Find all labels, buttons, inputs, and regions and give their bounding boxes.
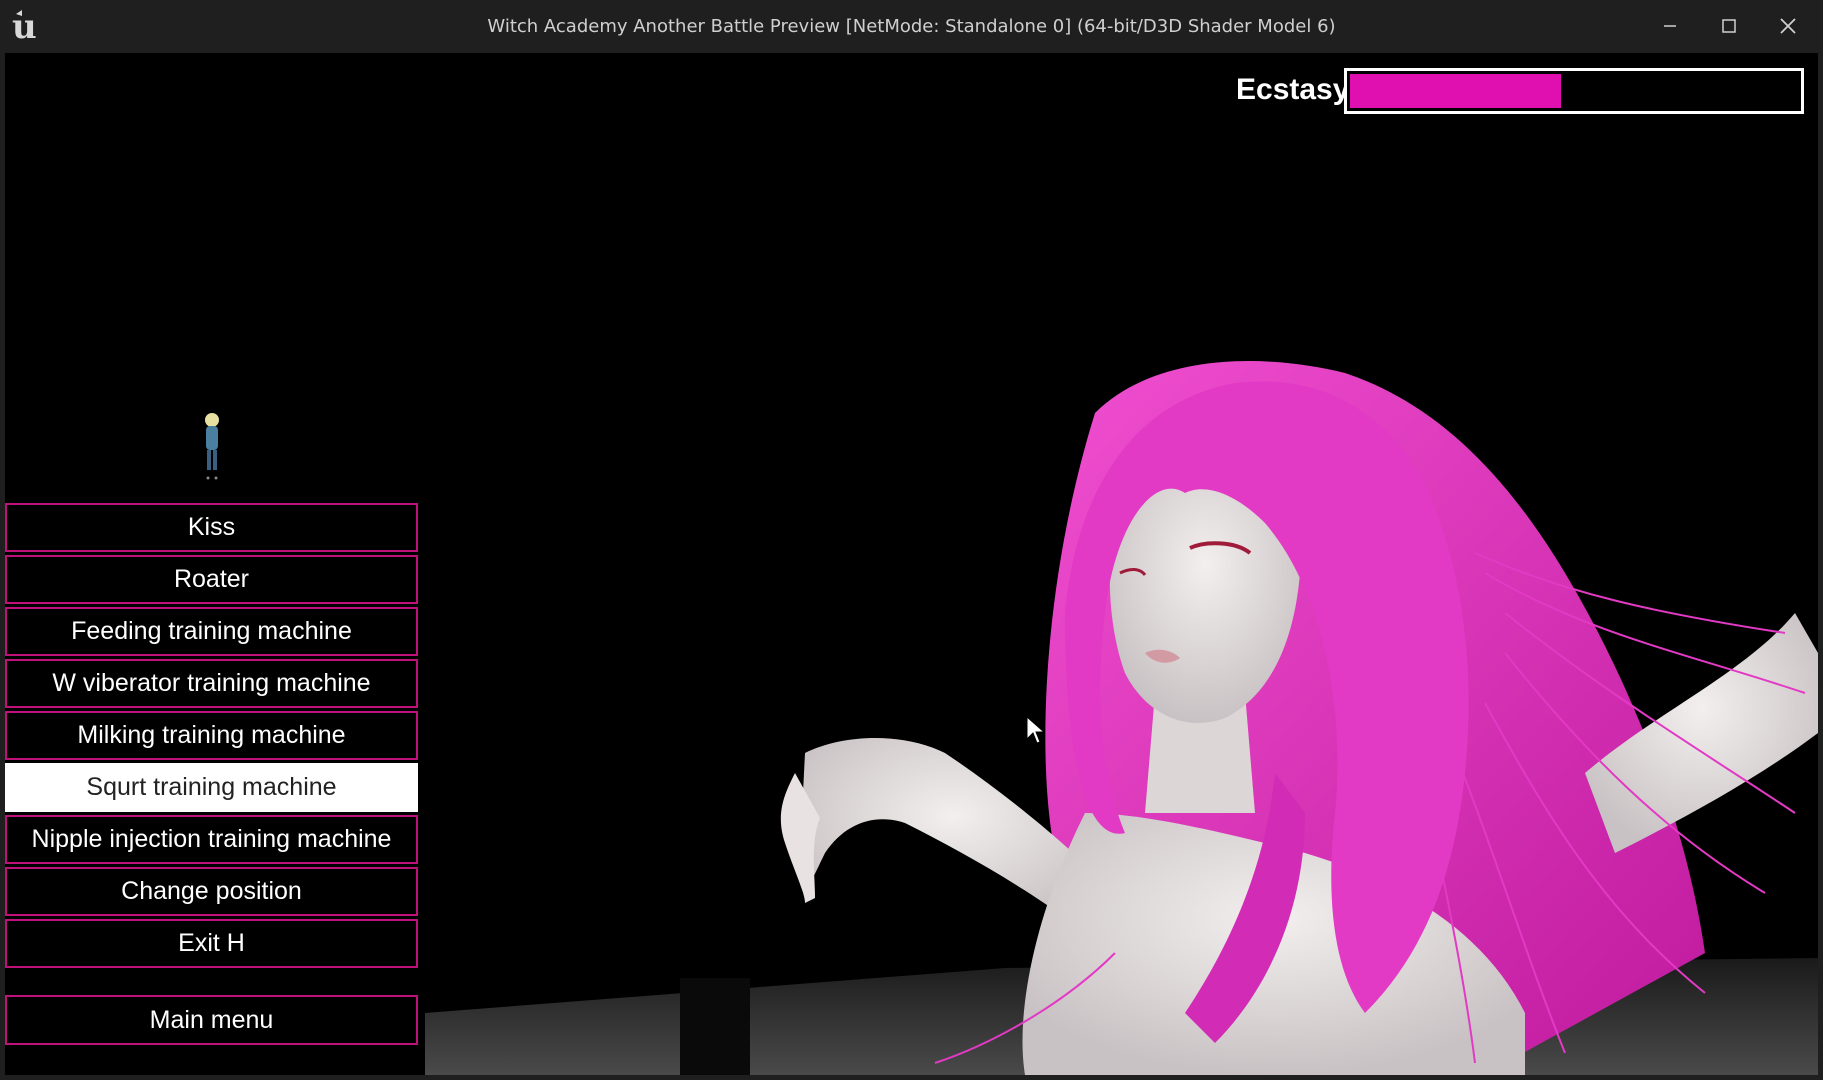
menu-item-milking-training-machine[interactable]: Milking training machine: [5, 711, 418, 760]
menu-item-exit-h[interactable]: Exit H: [5, 919, 418, 968]
maximize-icon: [1722, 19, 1736, 33]
game-window: u Witch Academy Another Battle Preview […: [0, 0, 1823, 1080]
minimize-icon: [1664, 25, 1676, 27]
window-title: Witch Academy Another Battle Preview [Ne…: [487, 16, 1336, 37]
close-icon: [1780, 18, 1796, 34]
menu-item-w-viberator-training-machine[interactable]: W viberator training machine: [5, 659, 418, 708]
menu-item-change-position[interactable]: Change position: [5, 867, 418, 916]
mouse-cursor-icon: [1026, 715, 1046, 744]
ecstasy-meter: [1344, 68, 1804, 114]
character-figure-icon: [205, 413, 219, 480]
action-menu: Kiss Roater Feeding training machine W vibe…: [5, 503, 420, 971]
close-button[interactable]: [1760, 0, 1816, 52]
pillar: [680, 978, 750, 1075]
menu-item-nipple-injection-training-machine[interactable]: Nipple injection training machine: [5, 815, 418, 864]
ecstasy-label: Ecstasy: [1236, 73, 1350, 106]
menu-item-kiss[interactable]: Kiss: [5, 503, 418, 552]
menu-item-feeding-training-machine[interactable]: Feeding training machine: [5, 607, 418, 656]
main-menu-button[interactable]: Main menu: [5, 995, 418, 1045]
menu-item-roater[interactable]: Roater: [5, 555, 418, 604]
menu-item-squrt-training-machine[interactable]: Squrt training machine: [5, 763, 418, 812]
ecstasy-meter-fill: [1350, 74, 1561, 108]
minimize-button[interactable]: [1642, 0, 1698, 52]
maximize-button[interactable]: [1701, 0, 1757, 52]
game-viewport[interactable]: Ecstasy Kiss Roater Feeding training machi…: [5, 53, 1818, 1075]
title-bar[interactable]: u Witch Academy Another Battle Preview […: [0, 0, 1823, 52]
